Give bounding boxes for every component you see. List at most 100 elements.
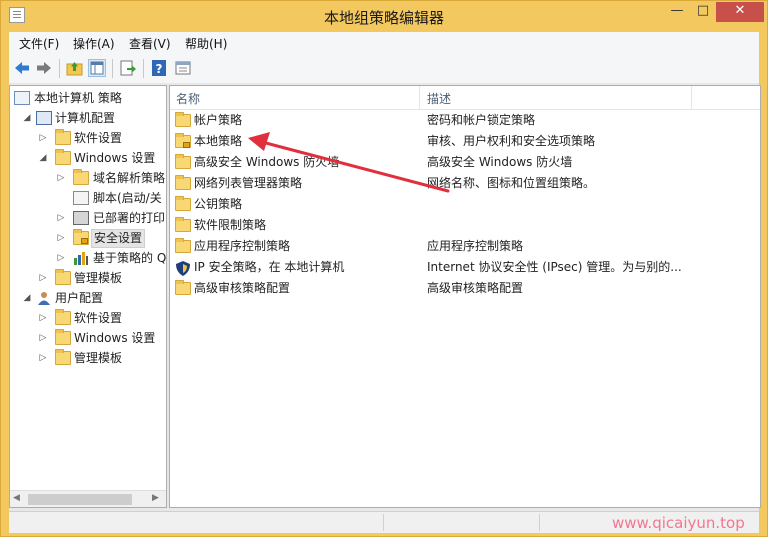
folder-icon [175,238,191,253]
minimize-button[interactable]: — [664,2,690,22]
title-bar[interactable]: 本地组策略编辑器 — □ ✕ [1,1,767,31]
scroll-right-icon[interactable]: ▶ [152,493,159,503]
chevron-right-icon[interactable]: ▷ [38,268,48,288]
up-folder-icon[interactable] [66,59,84,77]
folder-icon [73,169,89,185]
toolbar: ? [9,54,759,84]
tree-node-label: 本地计算机 策略 [34,91,122,105]
tree-node-label: 软件设置 [74,131,123,145]
printer-icon [73,211,89,225]
folder-icon [55,129,71,145]
row-name: 网络列表管理器策略 [194,176,303,190]
toolbar-separator [143,59,144,78]
show-hide-tree-icon[interactable] [88,59,106,77]
row-description: 审核、用户权利和安全选项策略 [427,134,596,148]
row-name: 高级审核策略配置 [194,281,291,295]
column-header-description[interactable]: 描述 [427,90,451,107]
export-list-icon[interactable] [119,59,137,77]
table-row[interactable]: 软件限制策略 [170,215,760,236]
column-header-name[interactable]: 名称 [176,90,200,107]
details-pane: 名称 描述 帐户策略 密码和帐户锁定策略 本地策略 审核、用户权利和安全选项策略 高级安… [169,85,761,508]
status-panel [383,514,530,531]
tree-horizontal-scrollbar[interactable]: ◀ ▶ [10,490,166,507]
chevron-right-icon[interactable]: ▷ [56,208,66,228]
scrollbar-thumb[interactable] [28,494,132,505]
tree-node-label: 域名解析策略 [93,171,166,185]
row-name: IP 安全策略，在 本地计算机 [194,260,345,274]
menu-bar: 文件(F) 操作(A) 查看(V) 帮助(H) [9,32,759,54]
row-name: 软件限制策略 [194,218,267,232]
tree-node-label: 脚本(启动/关 [93,191,162,205]
table-row[interactable]: 帐户策略 密码和帐户锁定策略 [170,110,760,131]
help-icon[interactable]: ? [150,59,168,77]
column-divider[interactable] [419,86,420,109]
list-header: 名称 描述 [170,86,760,110]
table-row[interactable]: 本地策略 审核、用户权利和安全选项策略 [170,131,760,152]
watermark: www.qicaiyun.top [612,514,745,532]
main-window: 本地组策略编辑器 — □ ✕ 文件(F) 操作(A) 查看(V) 帮助(H) ? [0,0,768,537]
tree-node-label: 管理模板 [74,351,123,365]
computer-policy-icon [14,91,30,105]
row-name: 本地策略 [194,134,243,148]
computer-icon [36,111,52,125]
chevron-right-icon[interactable]: ▷ [38,308,48,328]
folder-icon [175,154,191,169]
tree-node-label: Windows 设置 [74,151,156,165]
folder-icon [175,112,191,127]
row-name: 高级安全 Windows 防火墙 [194,155,340,169]
table-row[interactable]: 高级安全 Windows 防火墙 高级安全 Windows 防火墙 [170,152,760,173]
locked-folder-icon [175,133,191,148]
tree-node-label: 安全设置 [91,229,146,248]
table-row[interactable]: 公钥策略 [170,194,760,215]
chevron-right-icon[interactable]: ▷ [38,348,48,368]
folder-icon [175,217,191,232]
chevron-right-icon[interactable]: ▷ [38,328,48,348]
tree-node-label: 软件设置 [74,311,123,325]
row-description: 高级审核策略配置 [427,281,524,295]
row-description: 高级安全 Windows 防火墙 [427,155,573,169]
folder-icon [55,329,71,345]
tree-node-label: 计算机配置 [55,111,116,125]
tree-node-label: 基于策略的 Q [93,251,167,265]
toolbar-separator [59,59,60,78]
content-area: 本地计算机 策略 ◢ 计算机配置 ▷ 软件设置 ◢ Windows 设置 ▷ 域… [9,83,761,511]
tree-node-label: 管理模板 [74,271,123,285]
folder-icon [55,149,71,165]
tree-pane: 本地计算机 策略 ◢ 计算机配置 ▷ 软件设置 ◢ Windows 设置 ▷ 域… [9,85,167,508]
ipsec-shield-icon [175,261,191,276]
row-name: 应用程序控制策略 [194,239,291,253]
user-icon [36,291,52,305]
row-description: Internet 协议安全性 (IPsec) 管理。为与别的... [427,260,682,274]
menu-action[interactable]: 操作(A) [73,35,115,52]
back-icon[interactable] [13,59,31,77]
scroll-left-icon[interactable]: ◀ [13,493,20,503]
menu-view[interactable]: 查看(V) [129,35,171,52]
chevron-right-icon[interactable]: ▷ [56,168,66,188]
close-button[interactable]: ✕ [716,2,764,22]
row-description: 密码和帐户锁定策略 [427,113,536,127]
tree-node-label: 用户配置 [55,291,104,305]
properties-icon[interactable] [174,59,192,77]
chevron-down-icon[interactable]: ◢ [38,148,48,168]
folder-icon [175,175,191,190]
chevron-right-icon[interactable]: ▷ [56,248,66,268]
table-row[interactable]: 应用程序控制策略 应用程序控制策略 [170,236,760,257]
chevron-down-icon[interactable]: ◢ [22,108,32,128]
table-row[interactable]: IP 安全策略，在 本地计算机 Internet 协议安全性 (IPsec) 管理… [170,257,760,278]
column-divider[interactable] [691,86,692,109]
row-description: 应用程序控制策略 [427,239,524,253]
menu-file[interactable]: 文件(F) [19,35,59,52]
chevron-right-icon[interactable]: ▷ [56,228,66,248]
chevron-down-icon[interactable]: ◢ [22,288,32,308]
folder-icon [175,196,191,211]
table-row[interactable]: 高级审核策略配置 高级审核策略配置 [170,278,760,299]
row-description: 网络名称、图标和位置组策略。 [427,176,596,190]
folder-icon [175,280,191,295]
maximize-button[interactable]: □ [690,2,716,22]
chevron-right-icon[interactable]: ▷ [38,128,48,148]
svg-text:?: ? [156,62,163,76]
table-row[interactable]: 网络列表管理器策略 网络名称、图标和位置组策略。 [170,173,760,194]
menu-help[interactable]: 帮助(H) [185,35,227,52]
forward-icon[interactable] [35,59,53,77]
folder-icon [55,269,71,285]
